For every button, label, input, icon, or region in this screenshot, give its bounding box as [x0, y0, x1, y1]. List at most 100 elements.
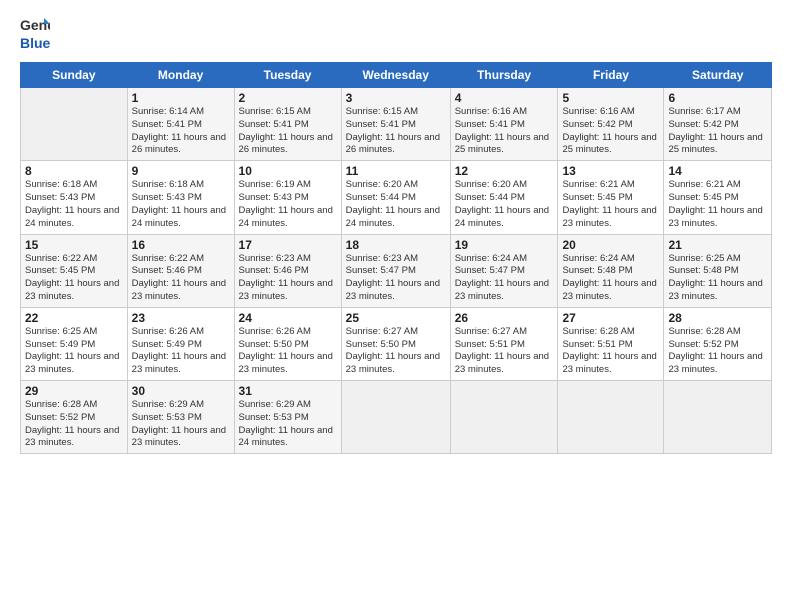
- cell-sun-info: Sunrise: 6:24 AMSunset: 5:47 PMDaylight:…: [455, 253, 554, 304]
- calendar-cell: 2Sunrise: 6:15 AMSunset: 5:41 PMDaylight…: [234, 88, 341, 161]
- cell-sun-info: Sunrise: 6:29 AMSunset: 5:53 PMDaylight:…: [239, 399, 337, 450]
- calendar-cell: 6Sunrise: 6:17 AMSunset: 5:42 PMDaylight…: [664, 88, 772, 161]
- day-number: 2: [239, 91, 337, 105]
- calendar-cell: 17Sunrise: 6:23 AMSunset: 5:46 PMDayligh…: [234, 234, 341, 307]
- calendar-cell: 5Sunrise: 6:16 AMSunset: 5:42 PMDaylight…: [558, 88, 664, 161]
- day-number: 26: [455, 311, 554, 325]
- column-header-monday: Monday: [127, 63, 234, 88]
- day-number: 6: [668, 91, 767, 105]
- day-number: 29: [25, 384, 123, 398]
- calendar-cell: 24Sunrise: 6:26 AMSunset: 5:50 PMDayligh…: [234, 307, 341, 380]
- calendar-cell: 26Sunrise: 6:27 AMSunset: 5:51 PMDayligh…: [450, 307, 558, 380]
- column-header-sunday: Sunday: [21, 63, 128, 88]
- logo: General Blue: [20, 16, 50, 52]
- cell-sun-info: Sunrise: 6:17 AMSunset: 5:42 PMDaylight:…: [668, 106, 767, 157]
- column-header-friday: Friday: [558, 63, 664, 88]
- page: General Blue SundayMondayTuesdayWednesda…: [0, 0, 792, 612]
- calendar-cell: 31Sunrise: 6:29 AMSunset: 5:53 PMDayligh…: [234, 381, 341, 454]
- cell-sun-info: Sunrise: 6:28 AMSunset: 5:51 PMDaylight:…: [562, 326, 659, 377]
- column-header-wednesday: Wednesday: [341, 63, 450, 88]
- calendar-table: SundayMondayTuesdayWednesdayThursdayFrid…: [20, 62, 772, 454]
- day-number: 12: [455, 164, 554, 178]
- calendar-cell: 1Sunrise: 6:14 AMSunset: 5:41 PMDaylight…: [127, 88, 234, 161]
- calendar-week-row: 15Sunrise: 6:22 AMSunset: 5:45 PMDayligh…: [21, 234, 772, 307]
- svg-text:Blue: Blue: [20, 35, 50, 51]
- calendar-cell: 13Sunrise: 6:21 AMSunset: 5:45 PMDayligh…: [558, 161, 664, 234]
- day-number: 11: [346, 164, 446, 178]
- calendar-cell: 11Sunrise: 6:20 AMSunset: 5:44 PMDayligh…: [341, 161, 450, 234]
- cell-sun-info: Sunrise: 6:18 AMSunset: 5:43 PMDaylight:…: [25, 179, 123, 230]
- day-number: 15: [25, 238, 123, 252]
- cell-sun-info: Sunrise: 6:14 AMSunset: 5:41 PMDaylight:…: [132, 106, 230, 157]
- cell-sun-info: Sunrise: 6:26 AMSunset: 5:50 PMDaylight:…: [239, 326, 337, 377]
- cell-sun-info: Sunrise: 6:20 AMSunset: 5:44 PMDaylight:…: [455, 179, 554, 230]
- day-number: 5: [562, 91, 659, 105]
- cell-sun-info: Sunrise: 6:28 AMSunset: 5:52 PMDaylight:…: [25, 399, 123, 450]
- gb-blue-icon: Blue: [20, 34, 50, 52]
- day-number: 27: [562, 311, 659, 325]
- column-header-thursday: Thursday: [450, 63, 558, 88]
- day-number: 13: [562, 164, 659, 178]
- day-number: 19: [455, 238, 554, 252]
- day-number: 28: [668, 311, 767, 325]
- calendar-cell: 15Sunrise: 6:22 AMSunset: 5:45 PMDayligh…: [21, 234, 128, 307]
- calendar-cell: 28Sunrise: 6:28 AMSunset: 5:52 PMDayligh…: [664, 307, 772, 380]
- day-number: 25: [346, 311, 446, 325]
- calendar-cell: 16Sunrise: 6:22 AMSunset: 5:46 PMDayligh…: [127, 234, 234, 307]
- cell-sun-info: Sunrise: 6:22 AMSunset: 5:46 PMDaylight:…: [132, 253, 230, 304]
- day-number: 31: [239, 384, 337, 398]
- cell-sun-info: Sunrise: 6:16 AMSunset: 5:42 PMDaylight:…: [562, 106, 659, 157]
- cell-sun-info: Sunrise: 6:22 AMSunset: 5:45 PMDaylight:…: [25, 253, 123, 304]
- calendar-cell: 8Sunrise: 6:18 AMSunset: 5:43 PMDaylight…: [21, 161, 128, 234]
- column-header-saturday: Saturday: [664, 63, 772, 88]
- calendar-cell: 21Sunrise: 6:25 AMSunset: 5:48 PMDayligh…: [664, 234, 772, 307]
- calendar-cell: 14Sunrise: 6:21 AMSunset: 5:45 PMDayligh…: [664, 161, 772, 234]
- cell-sun-info: Sunrise: 6:16 AMSunset: 5:41 PMDaylight:…: [455, 106, 554, 157]
- day-number: 22: [25, 311, 123, 325]
- calendar-cell: 27Sunrise: 6:28 AMSunset: 5:51 PMDayligh…: [558, 307, 664, 380]
- svg-text:General: General: [20, 17, 50, 33]
- day-number: 17: [239, 238, 337, 252]
- calendar-cell: 18Sunrise: 6:23 AMSunset: 5:47 PMDayligh…: [341, 234, 450, 307]
- calendar-cell: 20Sunrise: 6:24 AMSunset: 5:48 PMDayligh…: [558, 234, 664, 307]
- calendar-cell: 4Sunrise: 6:16 AMSunset: 5:41 PMDaylight…: [450, 88, 558, 161]
- day-number: 14: [668, 164, 767, 178]
- calendar-cell: 22Sunrise: 6:25 AMSunset: 5:49 PMDayligh…: [21, 307, 128, 380]
- cell-sun-info: Sunrise: 6:18 AMSunset: 5:43 PMDaylight:…: [132, 179, 230, 230]
- day-number: 21: [668, 238, 767, 252]
- calendar-cell: 25Sunrise: 6:27 AMSunset: 5:50 PMDayligh…: [341, 307, 450, 380]
- cell-sun-info: Sunrise: 6:24 AMSunset: 5:48 PMDaylight:…: [562, 253, 659, 304]
- cell-sun-info: Sunrise: 6:15 AMSunset: 5:41 PMDaylight:…: [239, 106, 337, 157]
- day-number: 10: [239, 164, 337, 178]
- calendar-week-row: 8Sunrise: 6:18 AMSunset: 5:43 PMDaylight…: [21, 161, 772, 234]
- day-number: 20: [562, 238, 659, 252]
- cell-sun-info: Sunrise: 6:20 AMSunset: 5:44 PMDaylight:…: [346, 179, 446, 230]
- cell-sun-info: Sunrise: 6:27 AMSunset: 5:50 PMDaylight:…: [346, 326, 446, 377]
- day-number: 9: [132, 164, 230, 178]
- day-number: 4: [455, 91, 554, 105]
- day-number: 30: [132, 384, 230, 398]
- calendar-cell: [558, 381, 664, 454]
- day-number: 18: [346, 238, 446, 252]
- calendar-cell: 29Sunrise: 6:28 AMSunset: 5:52 PMDayligh…: [21, 381, 128, 454]
- cell-sun-info: Sunrise: 6:21 AMSunset: 5:45 PMDaylight:…: [668, 179, 767, 230]
- cell-sun-info: Sunrise: 6:28 AMSunset: 5:52 PMDaylight:…: [668, 326, 767, 377]
- cell-sun-info: Sunrise: 6:25 AMSunset: 5:48 PMDaylight:…: [668, 253, 767, 304]
- cell-sun-info: Sunrise: 6:27 AMSunset: 5:51 PMDaylight:…: [455, 326, 554, 377]
- cell-sun-info: Sunrise: 6:21 AMSunset: 5:45 PMDaylight:…: [562, 179, 659, 230]
- cell-sun-info: Sunrise: 6:26 AMSunset: 5:49 PMDaylight:…: [132, 326, 230, 377]
- column-header-tuesday: Tuesday: [234, 63, 341, 88]
- calendar-week-row: 1Sunrise: 6:14 AMSunset: 5:41 PMDaylight…: [21, 88, 772, 161]
- day-number: 3: [346, 91, 446, 105]
- gb-logo-icon: General: [20, 16, 50, 34]
- day-number: 16: [132, 238, 230, 252]
- calendar-cell: [21, 88, 128, 161]
- day-number: 23: [132, 311, 230, 325]
- day-number: 1: [132, 91, 230, 105]
- calendar-cell: 12Sunrise: 6:20 AMSunset: 5:44 PMDayligh…: [450, 161, 558, 234]
- calendar-cell: 23Sunrise: 6:26 AMSunset: 5:49 PMDayligh…: [127, 307, 234, 380]
- calendar-header-row: SundayMondayTuesdayWednesdayThursdayFrid…: [21, 63, 772, 88]
- header: General Blue: [20, 16, 772, 52]
- day-number: 24: [239, 311, 337, 325]
- cell-sun-info: Sunrise: 6:15 AMSunset: 5:41 PMDaylight:…: [346, 106, 446, 157]
